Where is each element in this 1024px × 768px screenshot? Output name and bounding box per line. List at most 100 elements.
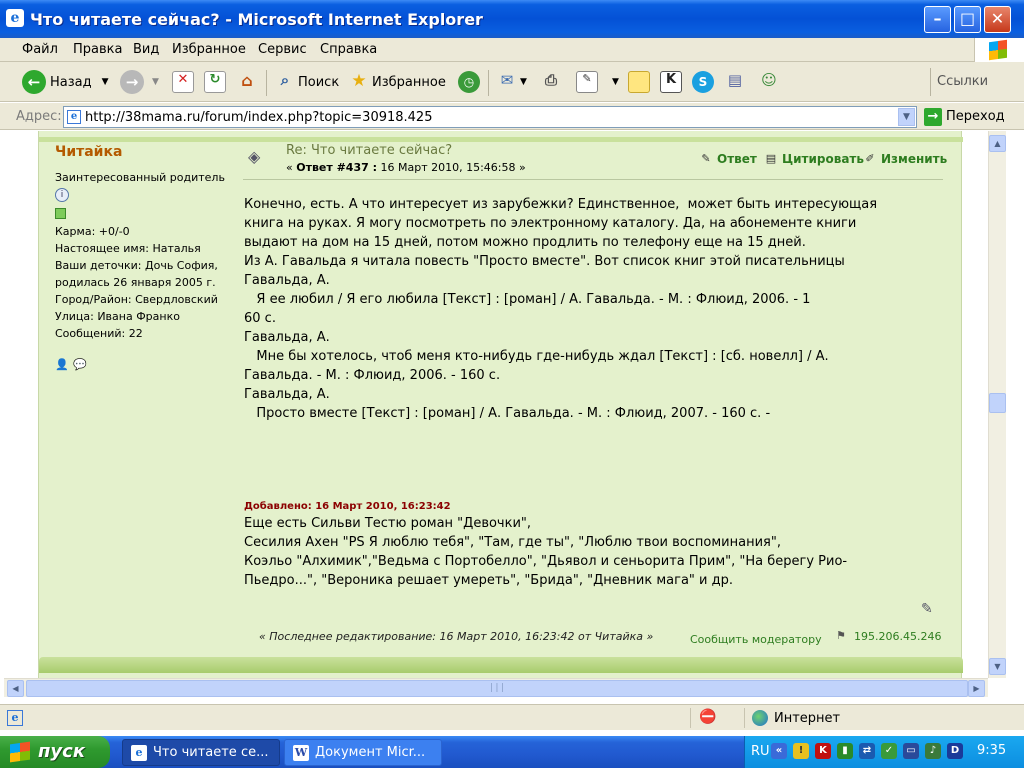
status-bar: e ⛔ Интернет (0, 704, 1024, 730)
chevron-down-icon[interactable]: ▼ (152, 77, 159, 87)
connection-icon[interactable]: ⇄ (859, 743, 875, 759)
check-icon[interactable]: ✓ (881, 743, 897, 759)
menu-help[interactable]: Справка (320, 42, 377, 57)
post-subject[interactable]: Re: Что читаете сейчас? (286, 143, 452, 158)
speaker-icon[interactable]: ♪ (925, 743, 941, 759)
go-arrow-icon[interactable]: → (924, 108, 942, 126)
minimize-button[interactable]: – (924, 6, 951, 33)
k-icon: K (660, 71, 682, 93)
scroll-left-button[interactable]: ◀ (7, 680, 24, 697)
clock[interactable]: 9:35 (977, 743, 1006, 758)
mail-icon: ✉ (500, 71, 514, 89)
start-button[interactable]: пуск (0, 736, 110, 768)
home-button[interactable]: ⌂ (236, 68, 258, 96)
links-label[interactable]: Ссылки (930, 68, 1024, 96)
ip-address[interactable]: 195.206.45.246 (854, 630, 941, 643)
skype-icon: S (692, 71, 714, 93)
taskbar-item-ie[interactable]: e Что читаете се... (122, 739, 280, 766)
chevron-down-icon[interactable]: ▼ (102, 77, 109, 87)
k-button[interactable]: K (660, 68, 682, 96)
network-icon[interactable]: ▮ (837, 743, 853, 759)
refresh-button[interactable]: ↻ (204, 68, 226, 96)
scroll-down-button[interactable]: ▼ (989, 658, 1006, 675)
post-divider (243, 179, 943, 180)
history-button[interactable]: ◷ (458, 68, 480, 96)
last-edit-note: « Последнее редактирование: 16 Март 2010… (259, 630, 654, 643)
chevron-down-icon[interactable]: ▼ (898, 108, 915, 126)
word-icon: W (293, 744, 309, 761)
print-button[interactable]: ⎙ (540, 68, 562, 96)
page-viewport: Читайка Заинтересованный родитель i Карм… (4, 131, 988, 678)
back-button[interactable]: ← Назад ▼ (22, 68, 109, 96)
chevron-down-icon[interactable]: ▼ (612, 77, 619, 87)
edit-label: Изменить (881, 152, 948, 166)
edit-page-button[interactable]: ✎ ▼ (576, 68, 619, 96)
address-input[interactable] (85, 109, 895, 125)
note-icon (628, 71, 650, 93)
stop-button[interactable]: ✕ (172, 68, 194, 96)
menu-edit[interactable]: Правка (73, 42, 122, 57)
horizontal-scrollbar[interactable]: ◀ ||| ▶ (4, 678, 988, 697)
address-field[interactable]: e ▼ (63, 106, 917, 128)
quote-button[interactable]: ▤ Цитировать (764, 152, 864, 166)
author-district: Город/Район: Свердловский (55, 293, 218, 306)
display-icon[interactable]: ▭ (903, 743, 919, 759)
menu-file[interactable]: Файл (22, 42, 58, 57)
notes-button[interactable] (628, 68, 650, 96)
go-button[interactable]: Переход (946, 109, 1005, 124)
author-name[interactable]: Читайка (55, 144, 122, 160)
tray-arrow-icon[interactable]: « (771, 743, 787, 759)
forward-button[interactable]: → ▼ (120, 68, 159, 96)
search-button[interactable]: ⌕ Поиск (274, 68, 339, 96)
menu-favorites[interactable]: Избранное (172, 42, 246, 57)
research-button[interactable]: ▤ (724, 68, 746, 96)
edit-button[interactable]: ✐ Изменить (863, 152, 947, 166)
research-icon: ▤ (727, 71, 743, 89)
security-zone[interactable]: Интернет (752, 710, 840, 726)
taskbar: пуск e Что читаете се... W Документ Micr..… (0, 736, 1024, 768)
favorites-button[interactable]: ★ Избранное (348, 68, 446, 96)
reply-icon: ✎ (701, 152, 711, 165)
page-status-icon: e (7, 710, 23, 726)
edit-icon: ✐ (865, 152, 875, 165)
vertical-scrollbar[interactable]: ▲ ▼ (988, 131, 1006, 678)
address-label: Адрес: (16, 109, 62, 124)
reply-number: Ответ #437 : (296, 161, 377, 174)
scroll-up-button[interactable]: ▲ (989, 135, 1006, 152)
d-icon[interactable]: D (947, 743, 963, 759)
author-details: Карма: +0/-0 Настоящее имя: Наталья Ваши… (55, 223, 218, 342)
report-moderator-link[interactable]: Сообщить модератору (690, 633, 822, 646)
author-karma: Карма: +0/-0 (55, 225, 130, 238)
search-label: Поиск (298, 74, 340, 90)
taskbar-item-label: Документ Micr... (315, 745, 426, 760)
history-icon: ◷ (458, 71, 480, 93)
vertical-scroll-thumb[interactable] (989, 393, 1006, 413)
mail-button[interactable]: ✉ ▼ (496, 68, 527, 96)
scroll-right-button[interactable]: ▶ (968, 680, 985, 697)
message-icon[interactable]: 💬 (73, 358, 87, 372)
info-icon[interactable]: i (55, 188, 69, 202)
back-arrow-icon: ← (22, 70, 46, 94)
quick-reply-icon[interactable]: ✎ (921, 601, 939, 617)
menu-view[interactable]: Вид (133, 42, 159, 57)
author-street: Улица: Ивана Франко (55, 310, 180, 323)
messenger-button[interactable]: ☺ (758, 68, 780, 96)
blocked-icon[interactable]: ⛔ (699, 709, 716, 725)
close-button[interactable]: ✕ (984, 6, 1011, 33)
zone-label: Интернет (774, 710, 841, 726)
reply-button[interactable]: ✎ Ответ (699, 152, 756, 166)
chevron-down-icon[interactable]: ▼ (520, 77, 527, 87)
skype-button[interactable]: S (692, 68, 714, 96)
title-bar: e Что читаете сейчас? - Microsoft Intern… (0, 0, 1024, 38)
favorites-label: Избранное (372, 74, 446, 90)
horizontal-scroll-thumb[interactable]: ||| (26, 680, 968, 697)
shield-icon[interactable]: ! (793, 743, 809, 759)
taskbar-item-word[interactable]: W Документ Micr... (284, 739, 442, 766)
refresh-icon: ↻ (204, 71, 226, 93)
kaspersky-icon[interactable]: K (815, 743, 831, 759)
maximize-button[interactable]: □ (954, 6, 981, 33)
menu-tools[interactable]: Сервис (258, 42, 307, 57)
profile-icon[interactable]: 👤 (55, 358, 69, 372)
toolbar: ← Назад ▼ → ▼ ✕ ↻ ⌂ ⌕ Поиск ★ Избранное … (0, 62, 1024, 102)
language-indicator[interactable]: RU (751, 744, 770, 759)
